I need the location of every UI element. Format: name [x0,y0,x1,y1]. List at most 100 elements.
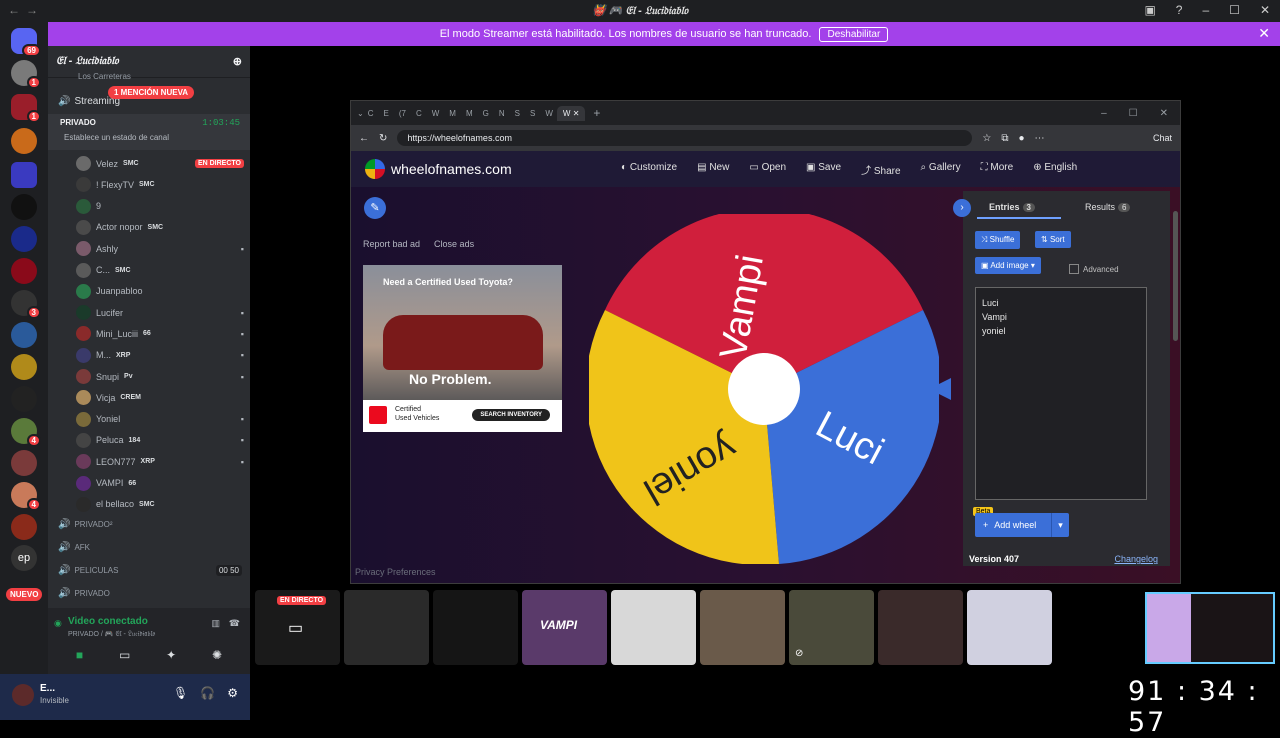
profile-icon[interactable]: ● [1019,133,1025,144]
microphone-icon[interactable]: 🎙 [173,686,188,700]
voice-user-row[interactable]: Ashly ▪ [76,241,244,257]
browser-tab[interactable]: C [416,109,422,118]
server-icon-11[interactable]: 4 [11,418,41,447]
add-image-button[interactable]: ▣ Add image ▾ [975,257,1041,274]
voice-user-row[interactable]: 9 [76,198,244,214]
video-tile[interactable]: ⊘ [789,590,874,665]
server-icon-6[interactable] [11,258,37,284]
maximize-icon[interactable]: ☐ [1229,3,1240,17]
voice-user-row[interactable]: LEON777 XRP ▪ [76,454,244,470]
bookmark-star-icon[interactable]: ☆ [982,133,991,144]
advanced-checkbox[interactable]: Advanced [1069,264,1119,274]
tab-entries[interactable]: Entries 3 [989,202,1035,212]
close-window-icon[interactable]: ✕ [1260,3,1270,17]
voice-user-row[interactable]: Velez SMC EN DIRECTO [76,156,244,171]
browser-tab[interactable]: W [545,109,553,118]
channel-afk[interactable]: 🔊 AFK [58,542,90,553]
video-tile[interactable] [700,590,785,665]
server-icon-3[interactable] [11,128,37,154]
help-icon[interactable]: ? [1176,3,1183,17]
extensions-icon[interactable]: ⧉ [1001,133,1008,144]
back-icon[interactable]: ← [359,133,369,144]
advertisement[interactable]: Need a Certified Used Toyota? No Problem… [363,265,562,432]
inbox-icon[interactable]: ▣ [1144,3,1155,17]
voice-user-row[interactable]: Mini_Luciii 66 ▪ [76,326,244,342]
video-tile-vampi[interactable]: VAMPI [522,590,607,665]
changelog-link[interactable]: Changelog [1114,554,1158,564]
server-icon-13[interactable]: 4 [11,482,41,511]
tab-active[interactable]: W ✕ [556,105,586,121]
voice-user-row[interactable]: VAMPI 66 [76,475,244,491]
activities-icon[interactable]: ✦ [166,648,176,662]
minimize-icon[interactable]: – [1101,108,1107,119]
browser-tab[interactable]: G [483,109,489,118]
voice-user-row[interactable]: M... XRP ▪ [76,347,244,363]
server-icon-10[interactable] [11,386,37,412]
channel-privado-active[interactable]: PRIVADO Establece un estado de canal 1:0… [48,114,250,150]
browser-tab[interactable]: (7 [399,109,406,118]
site-logo[interactable]: wheelofnames.com [365,159,512,179]
url-field[interactable]: https://wheelofnames.com [397,130,973,146]
reload-icon[interactable]: ↻ [379,133,387,144]
tab-results[interactable]: Results 6 [1085,202,1131,212]
shuffle-button[interactable]: ⤨ Shuffle [975,231,1021,249]
voice-user-row[interactable]: ! FlexyTV SMC [76,177,244,193]
invite-people-icon[interactable]: ⊕ [233,55,242,68]
video-tile[interactable] [433,590,518,665]
maximize-icon[interactable]: ☐ [1129,108,1138,119]
ad-cta-button[interactable]: SEARCH INVENTORY [472,409,550,421]
site-menu-item[interactable]: ⛶ More [981,162,1014,177]
site-menu-item[interactable]: ▤ New [697,162,729,177]
browser-tab[interactable]: M [466,109,473,118]
close-ads-link[interactable]: Close ads [434,239,474,249]
server-icon-1[interactable]: 1 [11,60,41,89]
avatar[interactable] [12,684,34,706]
server-icon-ep[interactable]: ep [11,545,37,571]
chevron-down-icon[interactable]: ▾ [1051,513,1069,537]
stream-tile-live[interactable]: EN DIRECTO ▭ [255,590,340,665]
page-scrollbar[interactable] [1173,211,1178,341]
browser-tab[interactable]: W [432,109,440,118]
site-menu-item[interactable]: ▭ Open [749,162,786,177]
voice-user-row[interactable]: Snupi Pv ▪ [76,369,244,384]
settings-gear-icon[interactable]: ⚙ [227,686,238,700]
channel-status[interactable]: Establece un estado de canal [64,133,169,142]
disable-streamer-button[interactable]: Deshabilitar [819,26,889,42]
home-discord-icon[interactable]: 69 [11,28,41,57]
disconnect-icon[interactable]: ☎ [229,618,240,629]
server-icon-5[interactable] [11,226,37,252]
folder-icon[interactable] [11,162,37,188]
minimize-icon[interactable]: – [1202,3,1209,17]
headphones-icon[interactable]: 🎧 [200,686,215,700]
voice-user-row[interactable]: Actor nopor SMC [76,219,244,235]
entries-textarea[interactable]: Luci Vampi yoniel [975,287,1147,500]
server-icon-9[interactable] [11,354,37,380]
video-tile[interactable] [344,590,429,665]
screen-share-icon[interactable]: ▭ [119,648,130,662]
browser-tab[interactable]: S [515,109,520,118]
noise-suppression-icon[interactable]: ▥ [211,618,220,629]
server-icon-12[interactable] [11,450,37,476]
site-menu-item[interactable]: ⊕ English [1033,162,1077,177]
sort-button[interactable]: ⇅ Sort [1035,231,1071,248]
server-icon-4[interactable] [11,194,37,220]
site-menu-item[interactable]: ▣ Save [806,162,841,177]
voice-user-row[interactable]: Lucifer ▪ [76,305,244,321]
channel-privado[interactable]: 🔊 PRIVADO [58,588,110,599]
channel-privado2[interactable]: 🔊 PRIVADO² [58,519,113,530]
close-icon[interactable]: ✕ [1160,108,1168,119]
privacy-preferences-link[interactable]: Privacy Preferences [355,567,436,577]
voice-user-row[interactable]: el bellaco SMC [76,496,244,512]
browser-tab[interactable]: N [499,109,505,118]
tab-list-icon[interactable]: ⌄ [357,109,364,118]
browser-tab[interactable]: S [530,109,535,118]
video-tile[interactable] [878,590,963,665]
chat-button[interactable]: Chat [1153,133,1172,143]
browser-tab[interactable]: M [449,109,456,118]
collapse-panel-icon[interactable]: › [953,199,971,217]
server-icon-14[interactable] [11,514,37,540]
voice-user-row[interactable]: Peluca 184 ▪ [76,432,244,448]
mention-badge[interactable]: 1 MENCIÓN NUEVA [108,86,195,99]
server-icon-8[interactable] [11,322,37,348]
close-banner-icon[interactable]: ✕ [1258,25,1270,42]
